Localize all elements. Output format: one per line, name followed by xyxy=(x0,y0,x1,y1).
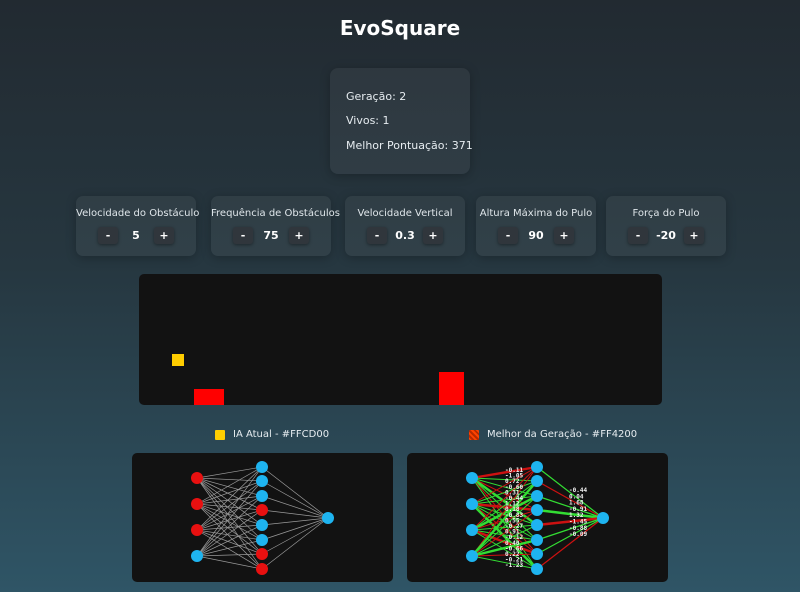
legend-swatch xyxy=(215,429,225,440)
control-jump-force: Força do Pulo - -20 + xyxy=(606,196,726,256)
weight-line xyxy=(261,466,329,519)
input-node xyxy=(466,498,478,510)
weight-line xyxy=(261,509,329,519)
obstacle xyxy=(439,372,464,405)
hidden-node xyxy=(256,504,268,516)
control-value: 5 xyxy=(132,229,140,242)
network-graph: -0.11-1.050.72-0.600.31-0.441.120.18-0.8… xyxy=(466,461,609,575)
weight-line xyxy=(261,517,329,570)
hidden-node xyxy=(531,548,543,560)
decrease-button[interactable]: - xyxy=(98,227,118,244)
weight-line xyxy=(196,555,263,570)
weight-line xyxy=(196,529,263,555)
legend-label: Melhor da Geração - #FF4200 xyxy=(487,429,638,440)
control-value: 90 xyxy=(528,229,544,242)
control-obstacle-frequency: Frequência de Obstáculos - 75 + xyxy=(211,196,340,256)
legend-current-ai: IA Atual - #FFCD00 xyxy=(215,429,329,440)
hidden-node xyxy=(256,475,268,487)
control-vertical-speed: Velocidade Vertical - 0.3 + xyxy=(345,196,465,256)
weight-line xyxy=(196,503,263,570)
input-node xyxy=(466,472,478,484)
hidden-node xyxy=(256,490,268,502)
increase-button[interactable]: + xyxy=(684,227,704,244)
hidden-node xyxy=(256,563,268,575)
input-node xyxy=(191,498,203,510)
input-node xyxy=(191,550,203,562)
control-obstacle-speed: Velocidade do Obstáculo - 5 + xyxy=(76,196,200,256)
weight-line xyxy=(196,524,263,557)
legend-label: IA Atual - #FFCD00 xyxy=(233,429,330,440)
hidden-node xyxy=(531,519,543,531)
decrease-button[interactable]: - xyxy=(367,227,387,244)
increase-button[interactable]: + xyxy=(423,227,443,244)
hidden-node xyxy=(531,534,543,546)
decrease-button[interactable]: - xyxy=(233,227,253,244)
weight-line xyxy=(196,495,263,505)
best-score-text: Melhor Pontuação: 371 xyxy=(346,139,473,152)
hidden-node xyxy=(256,461,268,473)
input-node xyxy=(466,524,478,536)
decrease-button[interactable]: - xyxy=(628,227,648,244)
control-label: Frequência de Obstáculos xyxy=(211,208,340,219)
control-label: Velocidade Vertical xyxy=(357,208,453,219)
game-canvas[interactable] xyxy=(139,274,662,405)
control-label: Força do Pulo xyxy=(632,208,700,219)
control-value: -20 xyxy=(656,229,676,242)
hidden-node xyxy=(256,548,268,560)
hidden-node xyxy=(531,461,543,473)
output-node xyxy=(597,512,609,524)
decrease-button[interactable]: - xyxy=(498,227,518,244)
control-label: Altura Máxima do Pulo xyxy=(479,208,593,219)
weight-label: -0.09 xyxy=(569,531,587,538)
input-node xyxy=(466,550,478,562)
hidden-node xyxy=(256,534,268,546)
weight-line xyxy=(196,477,263,526)
stats-panel: Geração: 2 Vivos: 1 Melhor Pontuação: 37… xyxy=(330,68,473,174)
obstacle xyxy=(194,389,224,405)
input-node xyxy=(191,472,203,484)
increase-button[interactable]: + xyxy=(289,227,309,244)
player-square xyxy=(172,354,184,366)
weight-label: -1.23 xyxy=(505,562,523,569)
hidden-node xyxy=(531,490,543,502)
network-current-ai xyxy=(132,453,393,582)
control-value: 75 xyxy=(263,229,279,242)
legend-swatch xyxy=(469,429,479,440)
control-label: Velocidade do Obstáculo xyxy=(76,208,200,219)
output-node xyxy=(322,512,334,524)
increase-button[interactable]: + xyxy=(554,227,574,244)
weight-line xyxy=(261,517,329,555)
hidden-node xyxy=(256,519,268,531)
hidden-node xyxy=(531,475,543,487)
app-title: EvoSquare xyxy=(339,16,461,40)
control-value: 0.3 xyxy=(395,229,415,242)
alive-text: Vivos: 1 xyxy=(346,114,390,127)
hidden-node xyxy=(531,563,543,575)
control-max-jump-height: Altura Máxima do Pulo - 90 + xyxy=(476,196,596,256)
network-best-generation: -0.11 -1.05 0.72 -0.60 0.31 -0.44 1.12 0.18 -0.8… xyxy=(407,453,668,582)
generation-text: Geração: 2 xyxy=(346,90,407,103)
hidden-node xyxy=(531,504,543,516)
network-graph xyxy=(191,461,334,575)
input-node xyxy=(191,524,203,536)
legend-best-generation: Melhor da Geração - #FF4200 xyxy=(469,429,637,440)
increase-button[interactable]: + xyxy=(154,227,174,244)
